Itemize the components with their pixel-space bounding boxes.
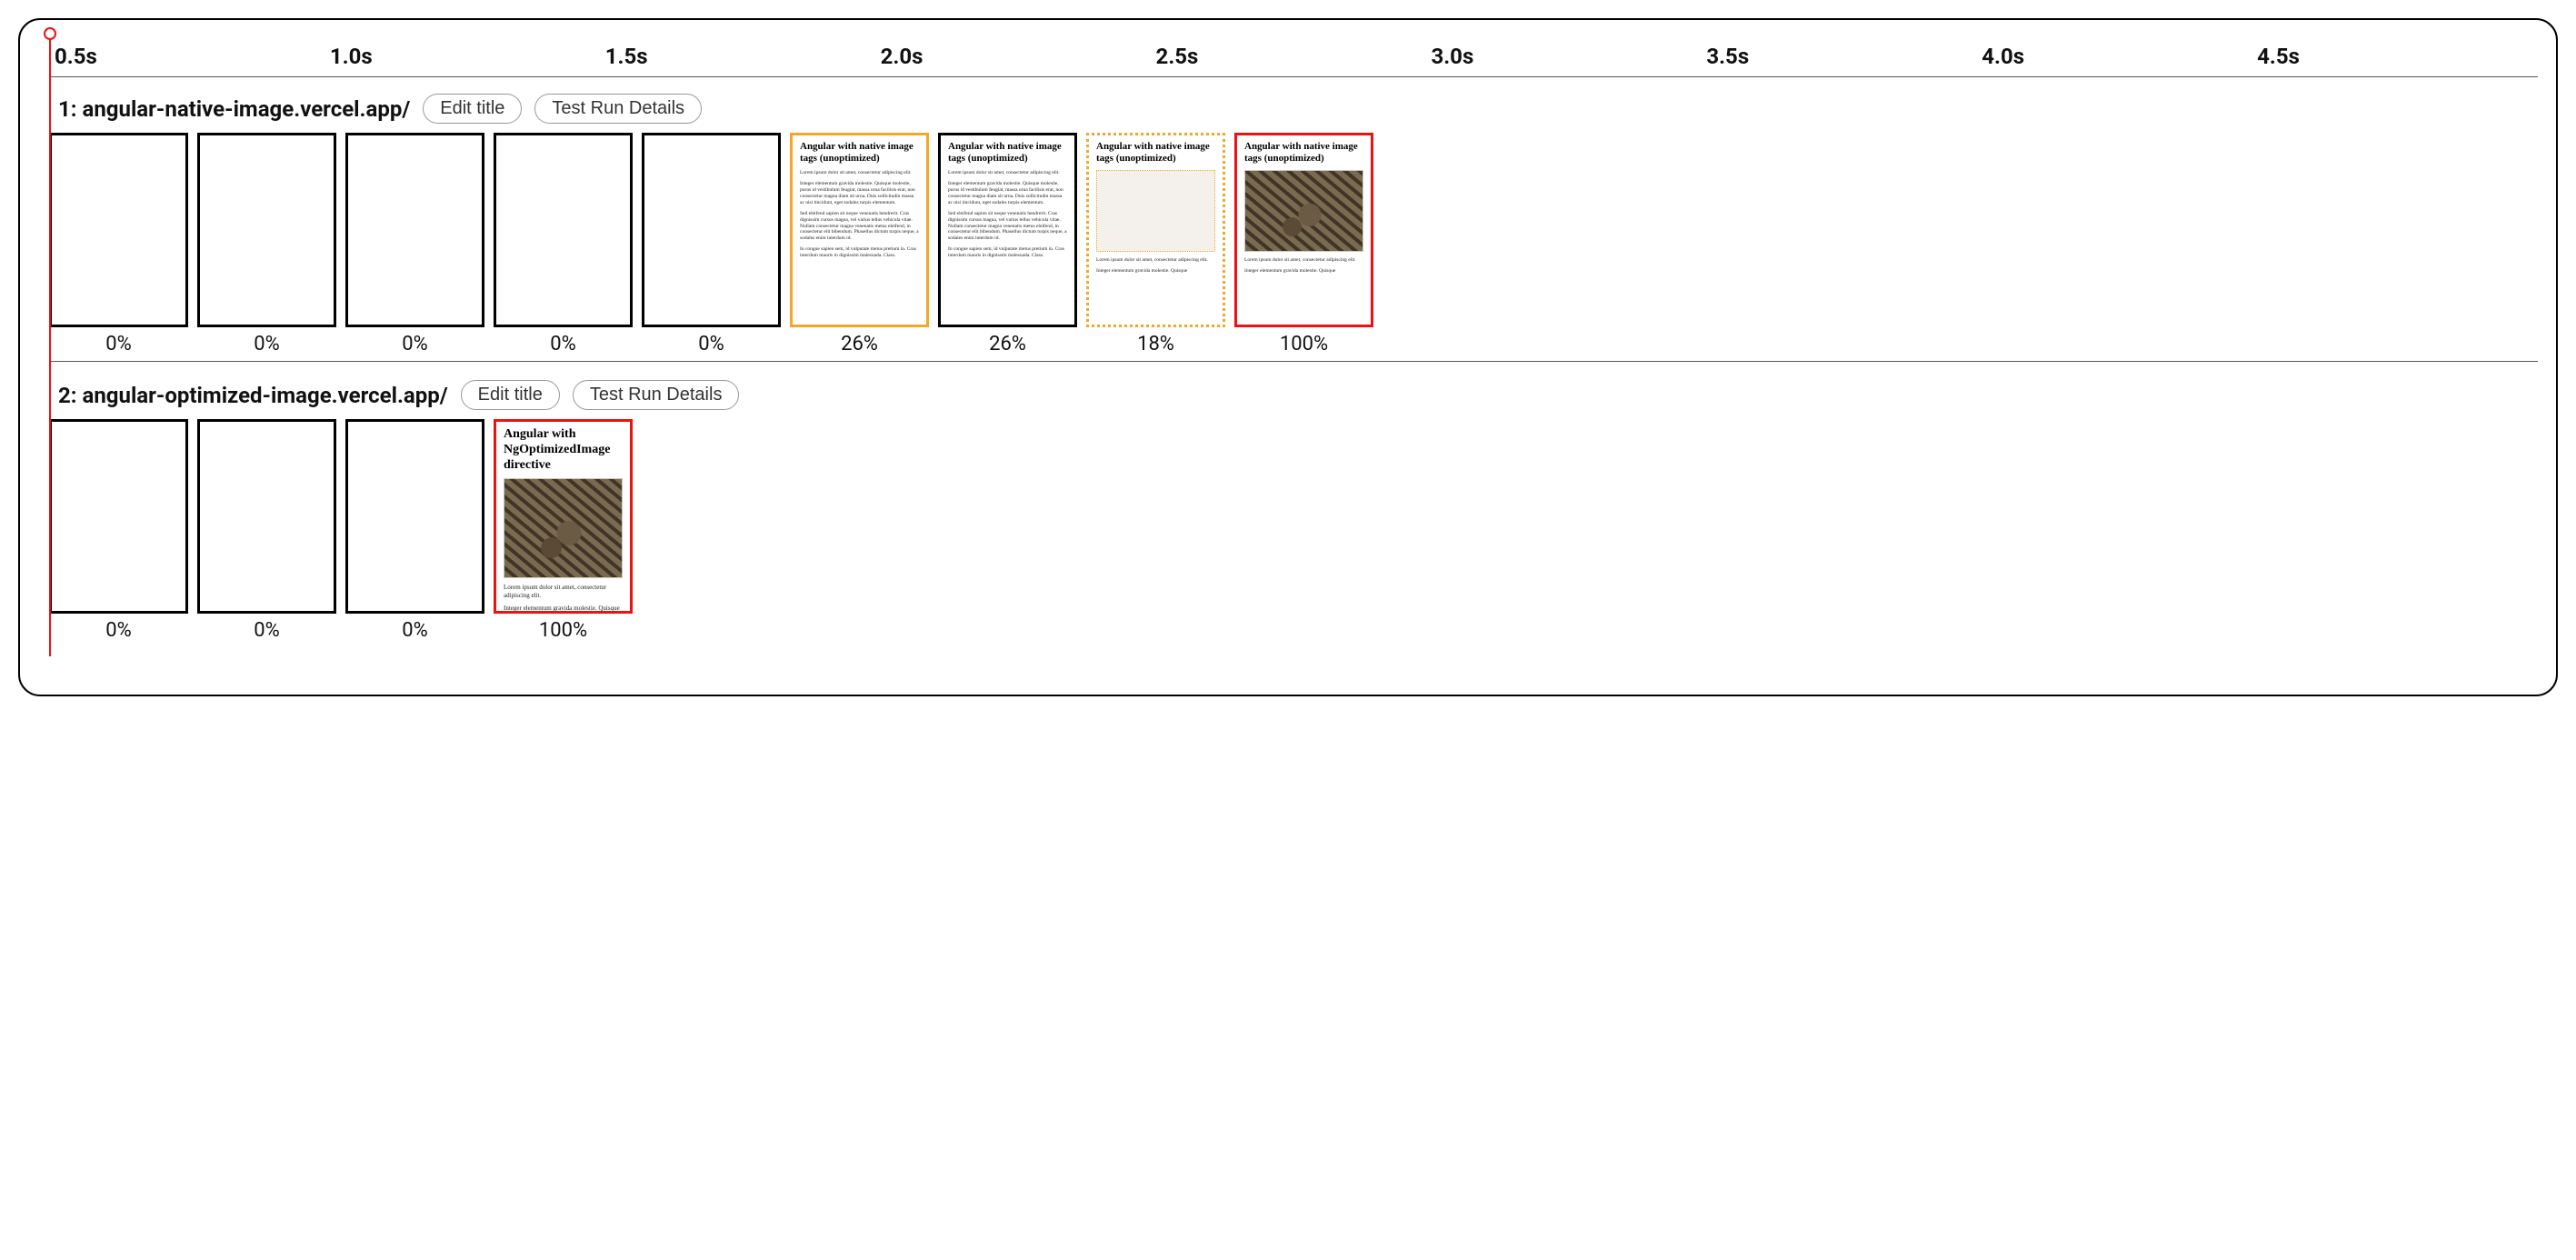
frame-cell: Angular with native image tags (unoptimi… <box>938 133 1077 355</box>
timeline-tick: 2.0s <box>881 44 1156 69</box>
thumb-text: Lorem ipsum dolor sit amet, consectetur … <box>504 584 623 600</box>
run-header: 1: angular-native-image.vercel.app/ Edit… <box>49 92 2538 133</box>
frame-cell: Angular with native image tags (unoptimi… <box>790 133 929 355</box>
thumb-image-placeholder <box>1096 170 1215 252</box>
edit-title-button[interactable]: Edit title <box>461 380 560 410</box>
frame-cell: Angular with NgOptimizedImage directive … <box>494 419 633 642</box>
timeline-tick: 2.5s <box>1156 44 1432 69</box>
timeline-tick: 3.5s <box>1706 44 1982 69</box>
filmstrip-frame[interactable]: Angular with native image tags (unoptimi… <box>938 133 1077 327</box>
filmstrip-frame[interactable]: Angular with native image tags (unoptimi… <box>790 133 929 327</box>
test-run-details-button[interactable]: Test Run Details <box>534 94 702 124</box>
frame-cell: 0% <box>49 419 188 642</box>
thumb-image <box>1244 170 1363 252</box>
test-run-details-button[interactable]: Test Run Details <box>573 380 740 410</box>
timeline-tick: 0.5s <box>55 44 330 69</box>
test-run-2: 2: angular-optimized-image.vercel.app/ E… <box>49 378 2538 642</box>
visual-complete-pct: 26% <box>989 333 1026 355</box>
thumb-text: In congue sapien sem, id vulputate metus… <box>948 246 1067 259</box>
frame-cell: 0% <box>345 419 484 642</box>
thumb-text: Integer elementum gravida molestie. Quis… <box>504 605 623 613</box>
timeline-tick: 1.5s <box>605 44 881 69</box>
thumb-text: Integer elementum gravida molestie. Quis… <box>1244 268 1363 275</box>
thumb-text: Lorem ipsum dolor sit amet, consectetur … <box>1096 257 1215 264</box>
filmstrip-frame[interactable] <box>642 133 781 327</box>
timeline-tick: 3.0s <box>1431 44 1706 69</box>
timeline-ruler: 0.5s 1.0s 1.5s 2.0s 2.5s 3.0s 3.5s 4.0s … <box>49 31 2538 77</box>
thumb-title: Angular with NgOptimizedImage directive <box>504 427 623 473</box>
filmstrip-frame[interactable]: Angular with native image tags (unoptimi… <box>1086 133 1225 327</box>
filmstrip-frame[interactable] <box>345 133 484 327</box>
filmstrip-frame[interactable] <box>197 419 336 614</box>
frame-cell: 0% <box>197 133 336 355</box>
filmstrip-frame[interactable]: Angular with native image tags (unoptimi… <box>1234 133 1373 327</box>
filmstrip-row: 0% 0% 0% 0% 0% Angular with native image… <box>49 133 2538 355</box>
visual-complete-pct: 100% <box>1280 333 1328 355</box>
playhead-line <box>49 36 51 656</box>
visual-complete-pct: 0% <box>550 333 575 355</box>
frame-cell: 0% <box>345 133 484 355</box>
timeline-tick: 4.5s <box>2257 44 2532 69</box>
visual-complete-pct: 0% <box>105 619 131 642</box>
timeline-tick: 1.0s <box>330 44 605 69</box>
thumb-image <box>504 478 623 578</box>
frame-cell: Angular with native image tags (unoptimi… <box>1086 133 1225 355</box>
thumb-text: Sed eleifend sapien sit neque venenatis … <box>800 211 919 242</box>
frame-cell: 0% <box>197 419 336 642</box>
filmstrip-panel: 0.5s 1.0s 1.5s 2.0s 2.5s 3.0s 3.5s 4.0s … <box>18 18 2558 696</box>
filmstrip-frame[interactable] <box>197 133 336 327</box>
visual-complete-pct: 0% <box>105 333 131 355</box>
thumb-title: Angular with native image tags (unoptimi… <box>1244 141 1363 165</box>
filmstrip-frame[interactable] <box>494 133 633 327</box>
visual-complete-pct: 26% <box>841 333 878 355</box>
thumb-text: Integer elementum gravida molestie. Quis… <box>1096 268 1215 275</box>
frame-cell: 0% <box>494 133 633 355</box>
visual-complete-pct: 100% <box>539 619 587 642</box>
thumb-text: Lorem ipsum dolor sit amet, consectetur … <box>1244 257 1363 264</box>
frame-cell: 0% <box>49 133 188 355</box>
filmstrip-frame[interactable] <box>49 419 188 614</box>
visual-complete-pct: 0% <box>402 619 427 642</box>
edit-title-button[interactable]: Edit title <box>423 94 522 124</box>
frame-cell: 0% <box>642 133 781 355</box>
test-run-1: 1: angular-native-image.vercel.app/ Edit… <box>49 92 2538 362</box>
thumb-text: In congue sapien sem, id vulputate metus… <box>800 246 919 259</box>
thumb-text: Sed eleifend sapien sit neque venenatis … <box>948 211 1067 242</box>
thumb-title: Angular with native image tags (unoptimi… <box>1096 141 1215 165</box>
frame-cell: Angular with native image tags (unoptimi… <box>1234 133 1373 355</box>
filmstrip-frame[interactable] <box>49 133 188 327</box>
timeline-container: 0.5s 1.0s 1.5s 2.0s 2.5s 3.0s 3.5s 4.0s … <box>38 31 2538 642</box>
run-title: 2: angular-optimized-image.vercel.app/ <box>58 383 448 408</box>
thumb-title: Angular with native image tags (unoptimi… <box>948 141 1067 165</box>
filmstrip-frame[interactable] <box>345 419 484 614</box>
thumb-text: Integer elementum gravida molestie. Quis… <box>800 181 919 206</box>
filmstrip-row: 0% 0% 0% Angular with NgOptimizedImage d… <box>49 419 2538 642</box>
timeline-tick: 4.0s <box>1982 44 2257 69</box>
run-title: 1: angular-native-image.vercel.app/ <box>58 96 410 122</box>
thumb-text: Integer elementum gravida molestie. Quis… <box>948 181 1067 206</box>
filmstrip-frame[interactable]: Angular with NgOptimizedImage directive … <box>494 419 633 614</box>
playhead-marker[interactable] <box>44 27 56 40</box>
visual-complete-pct: 18% <box>1137 333 1174 355</box>
visual-complete-pct: 0% <box>402 333 427 355</box>
thumb-text: Lorem ipsum dolor sit amet, consectetur … <box>948 170 1067 176</box>
thumb-title: Angular with native image tags (unoptimi… <box>800 141 919 165</box>
run-divider <box>49 361 2538 362</box>
visual-complete-pct: 0% <box>698 333 724 355</box>
run-header: 2: angular-optimized-image.vercel.app/ E… <box>49 378 2538 419</box>
thumb-text: Lorem ipsum dolor sit amet, consectetur … <box>800 170 919 176</box>
visual-complete-pct: 0% <box>254 619 279 642</box>
visual-complete-pct: 0% <box>254 333 279 355</box>
